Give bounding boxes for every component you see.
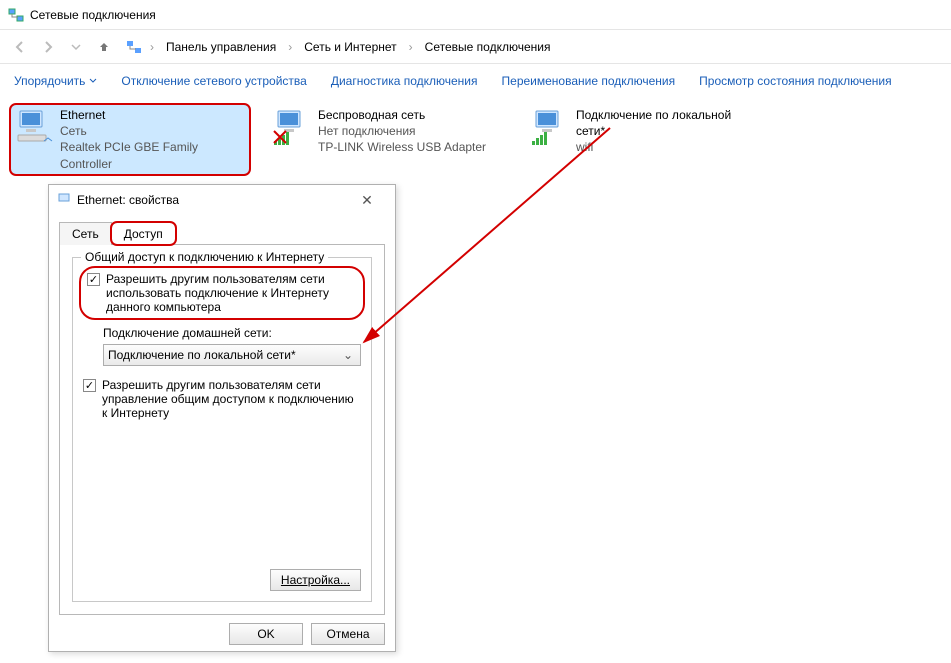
window-titlebar: Сетевые подключения: [0, 0, 951, 30]
network-adapter-icon: [14, 107, 54, 147]
ok-button[interactable]: OK: [229, 623, 303, 645]
tab-pane: Общий доступ к подключению к Интернету ✓…: [59, 245, 385, 615]
breadcrumb[interactable]: Сетевые подключения: [421, 38, 555, 56]
chevron-down-icon: [89, 77, 97, 85]
dialog-footer: OK Отмена: [229, 623, 385, 645]
home-network-combo[interactable]: Подключение по локальной сети* ⌄: [103, 344, 361, 366]
chevron-right-icon: ›: [409, 40, 413, 54]
properties-dialog: Ethernet: свойства ✕ Сеть Доступ Общий д…: [48, 184, 396, 652]
settings-button[interactable]: Настройка...: [270, 569, 361, 591]
organize-menu[interactable]: Упорядочить: [14, 74, 97, 88]
connection-title: Подключение по локальной сети*: [576, 107, 742, 139]
connections-list: Ethernet Сеть Realtek PCIe GBE Family Co…: [0, 98, 951, 181]
toolbar: Упорядочить Отключение сетевого устройст…: [0, 64, 951, 98]
connection-lan[interactable]: Подключение по локальной сети* wifi: [526, 104, 746, 159]
chevron-right-icon: ›: [150, 40, 154, 54]
app-icon: [8, 7, 24, 23]
checkbox-icon: ✓: [83, 379, 96, 392]
connection-status: Сеть: [60, 123, 246, 139]
window-title: Сетевые подключения: [30, 8, 156, 22]
rename-button[interactable]: Переименование подключения: [502, 74, 676, 88]
connection-status: wifi: [576, 139, 742, 155]
chevron-down-icon: ⌄: [340, 348, 356, 362]
back-button[interactable]: [8, 35, 32, 59]
disable-device-button[interactable]: Отключение сетевого устройства: [121, 74, 306, 88]
diagnostics-button[interactable]: Диагностика подключения: [331, 74, 478, 88]
home-network-label: Подключение домашней сети:: [103, 326, 361, 340]
view-status-button[interactable]: Просмотр состояния подключения: [699, 74, 891, 88]
adapter-icon: [57, 192, 71, 209]
connection-adapter: TP-LINK Wireless USB Adapter: [318, 139, 486, 155]
close-button[interactable]: ✕: [347, 192, 387, 209]
allow-sharing-checkbox[interactable]: ✓ Разрешить другим пользователям сети ис…: [83, 270, 361, 316]
checkbox-icon: ✓: [87, 273, 100, 286]
allow-control-checkbox[interactable]: ✓ Разрешить другим пользователям сети уп…: [83, 378, 361, 420]
connection-adapter: Realtek PCIe GBE Family Controller: [60, 139, 246, 171]
cancel-button[interactable]: Отмена: [311, 623, 385, 645]
tab-network[interactable]: Сеть: [59, 222, 112, 245]
connection-wireless[interactable]: Беспроводная сеть Нет подключения TP-LIN…: [268, 104, 508, 159]
breadcrumb[interactable]: Панель управления: [162, 38, 280, 56]
address-icon: [126, 39, 142, 55]
checkbox-label: Разрешить другим пользователям сети упра…: [102, 378, 361, 420]
dialog-titlebar: Ethernet: свойства ✕: [49, 185, 395, 215]
combo-value: Подключение по локальной сети*: [108, 348, 296, 362]
connection-status: Нет подключения: [318, 123, 486, 139]
group-legend: Общий доступ к подключению к Интернету: [81, 250, 328, 264]
dialog-tabs: Сеть Доступ: [59, 221, 385, 245]
connection-ethernet[interactable]: Ethernet Сеть Realtek PCIe GBE Family Co…: [10, 104, 250, 175]
chevron-right-icon: ›: [288, 40, 292, 54]
history-dropdown[interactable]: [64, 35, 88, 59]
ics-group: Общий доступ к подключению к Интернету ✓…: [72, 257, 372, 602]
breadcrumb[interactable]: Сеть и Интернет: [300, 38, 400, 56]
tab-access[interactable]: Доступ: [111, 222, 176, 245]
network-adapter-icon: [530, 107, 570, 147]
up-button[interactable]: [92, 35, 116, 59]
checkbox-label: Разрешить другим пользователям сети испо…: [106, 272, 357, 314]
dialog-title: Ethernet: свойства: [77, 193, 179, 207]
navbar: › Панель управления › Сеть и Интернет › …: [0, 30, 951, 64]
connection-title: Ethernet: [60, 107, 246, 123]
network-adapter-icon: [272, 107, 312, 147]
connection-title: Беспроводная сеть: [318, 107, 486, 123]
forward-button[interactable]: [36, 35, 60, 59]
address-bar[interactable]: › Панель управления › Сеть и Интернет › …: [126, 38, 554, 56]
